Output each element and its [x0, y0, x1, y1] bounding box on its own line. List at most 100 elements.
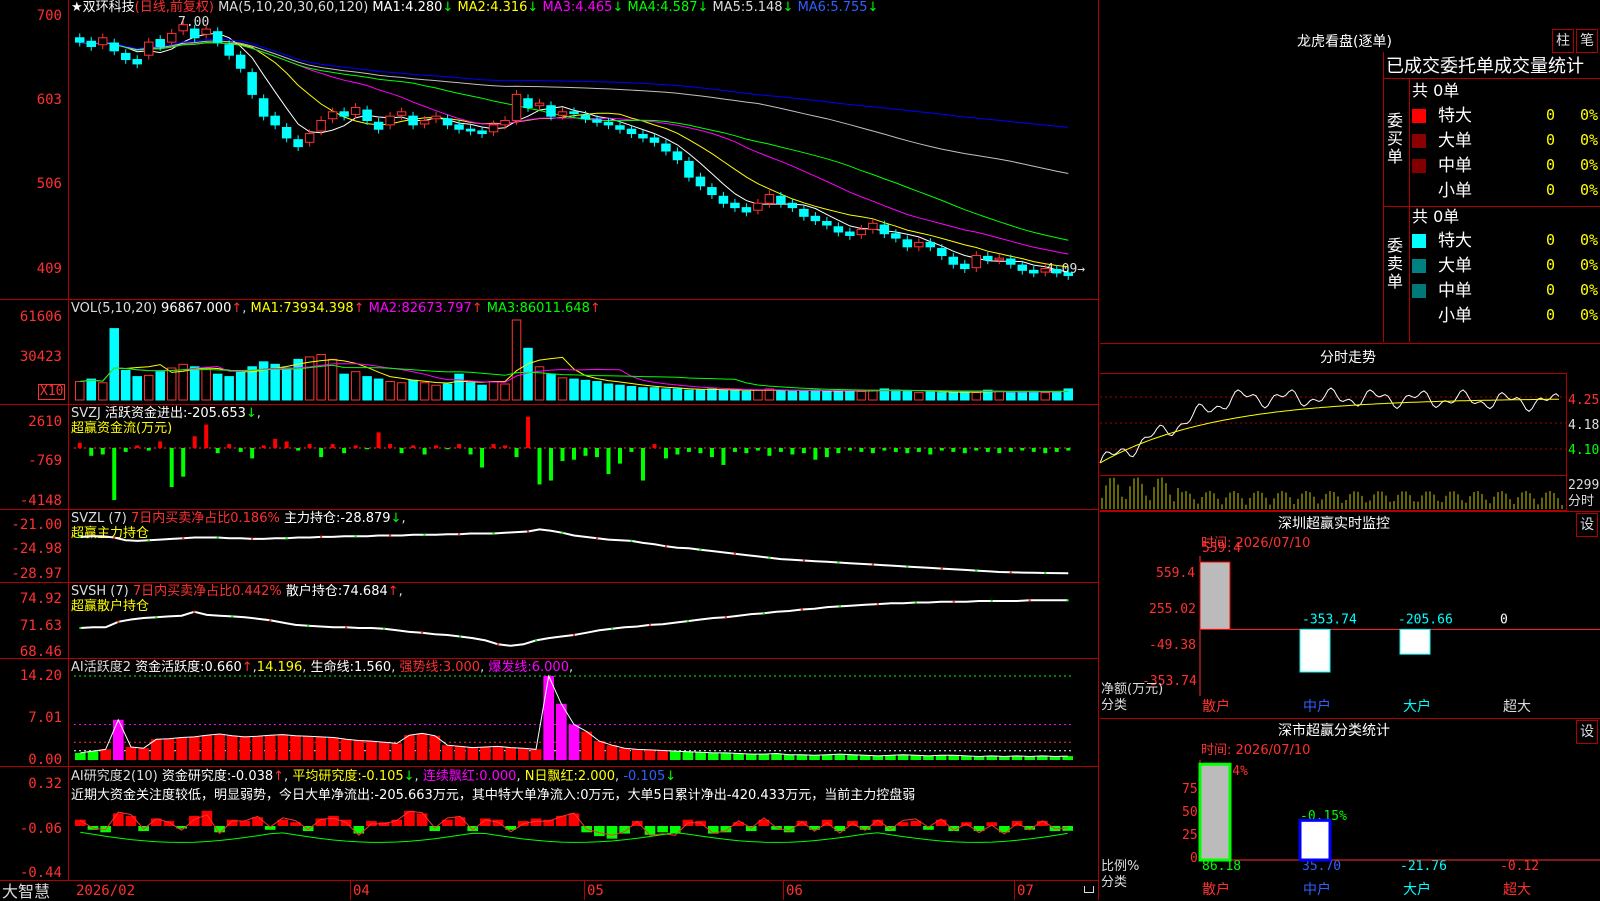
position-point	[838, 605, 842, 608]
volume-bar	[695, 389, 706, 401]
ma6-arrow: ↓	[867, 0, 879, 15]
volume-bar	[868, 389, 878, 401]
volume-bar	[488, 381, 499, 401]
svsh-ytick: 68.46	[19, 644, 62, 660]
vol-unit[interactable]: X10	[38, 384, 66, 400]
ai1-c-value: 1.560	[353, 660, 392, 675]
candle	[638, 133, 648, 139]
activity-bar	[163, 738, 175, 760]
position-point	[231, 615, 234, 618]
volume-bar	[235, 371, 246, 401]
sz-monitor-title: 深圳超赢实时监控	[1278, 516, 1390, 532]
period-label[interactable]: (日线,前复权)	[135, 0, 214, 15]
flow-bar	[457, 444, 462, 448]
ai1-a-value: 0.660	[204, 660, 242, 675]
position-point	[319, 535, 323, 539]
ma4-arrow: ↓	[697, 0, 709, 15]
research-line	[80, 831, 1068, 843]
activity-bar	[809, 755, 820, 760]
flow-bar	[652, 444, 657, 448]
ai1-header: AI活跃度2 资金活跃度:0.660↑,14.196, 生命线:1.560, 强…	[71, 660, 574, 675]
sz-stats-ytick: 0	[1190, 851, 1198, 866]
candle	[948, 256, 959, 265]
vol-title: VOL(5,10,20)	[71, 301, 157, 316]
flow-bar	[985, 447, 990, 452]
flow-bar	[1031, 447, 1036, 452]
candle	[1029, 269, 1039, 274]
flow-bar	[870, 447, 875, 454]
position-point	[155, 616, 158, 619]
flow-bar	[813, 447, 818, 460]
svzj-ytick: 2610	[28, 414, 62, 430]
order-type: 中单	[1438, 281, 1472, 301]
order-swatch	[1412, 134, 1426, 148]
volume-bar	[1052, 390, 1062, 401]
activity-bar	[138, 748, 149, 760]
ma1-arrow: ↓	[442, 0, 454, 15]
ma3-arrow: ↓	[612, 0, 624, 15]
candle	[810, 215, 821, 222]
activity-bar	[556, 703, 567, 760]
ai1-a-arrow: ↑	[241, 660, 253, 675]
candle	[258, 98, 269, 117]
intraday-ytick: 4.105	[1568, 443, 1600, 458]
bar-view-button[interactable]: 柱	[1552, 29, 1574, 53]
activity-bar	[176, 737, 187, 760]
flow-bar	[422, 447, 427, 455]
sz-stats-settings-button[interactable]: 设	[1576, 720, 1598, 744]
research-bar	[416, 813, 428, 826]
volume-bar	[557, 377, 568, 401]
candle	[442, 118, 453, 126]
main-position-chart	[78, 528, 1069, 575]
candle	[339, 111, 349, 117]
volume-bar	[845, 390, 855, 401]
candle	[408, 115, 418, 126]
order-row: 大单 0 0%	[1412, 254, 1600, 276]
position-point	[388, 534, 392, 537]
lock-icon[interactable]	[1084, 886, 1094, 893]
volume-bar	[684, 389, 694, 401]
position-point	[990, 599, 993, 603]
svsh-ytick: 71.63	[19, 618, 62, 634]
sz-stats-ylabel: 比例%	[1101, 859, 1140, 874]
position-point	[733, 552, 737, 555]
volume-bar	[431, 384, 441, 401]
intraday-title: 分时走势	[1320, 350, 1376, 366]
flow-bar	[583, 447, 588, 456]
vol-ma2-arrow: ↑	[471, 301, 483, 316]
y-axis-line	[68, 0, 69, 880]
activity-bar	[923, 755, 934, 760]
flow-bar	[755, 447, 760, 451]
volume-bar	[500, 383, 510, 401]
position-point	[420, 631, 424, 634]
volume-bar	[396, 382, 407, 401]
activity-bar	[518, 748, 529, 760]
candle	[822, 221, 832, 226]
sz-stats-bottom-label: 35.70	[1302, 859, 1342, 874]
flow-bar	[227, 444, 232, 448]
activity-bar	[505, 747, 517, 760]
candle	[661, 143, 671, 152]
candle	[178, 24, 188, 32]
flow-bar	[663, 447, 668, 459]
flow-bar	[342, 447, 347, 454]
volume-bar	[155, 371, 165, 401]
activity-bar	[391, 743, 403, 760]
flow-bar	[77, 442, 82, 448]
ai1-c-label: 生命线:	[310, 660, 354, 675]
activity-bar	[783, 754, 795, 760]
tick-view-button[interactable]: 笔	[1576, 29, 1598, 53]
ai1-e-value: 6.000	[531, 660, 569, 675]
svzj-ytick: -4148	[19, 493, 62, 509]
activity-bar	[771, 753, 782, 760]
flow-bar	[135, 445, 140, 448]
star-icon[interactable]: ★	[71, 0, 83, 15]
pane-divider	[0, 299, 1098, 300]
ai1-e-label: 爆发线:	[488, 660, 532, 675]
retail-position-chart	[79, 598, 1069, 647]
volume-bar	[718, 389, 729, 401]
volume-bar	[937, 392, 947, 401]
sz-monitor-settings-button[interactable]: 设	[1576, 513, 1598, 537]
intraday-price-line	[1099, 387, 1560, 464]
flow-bar	[893, 447, 898, 452]
